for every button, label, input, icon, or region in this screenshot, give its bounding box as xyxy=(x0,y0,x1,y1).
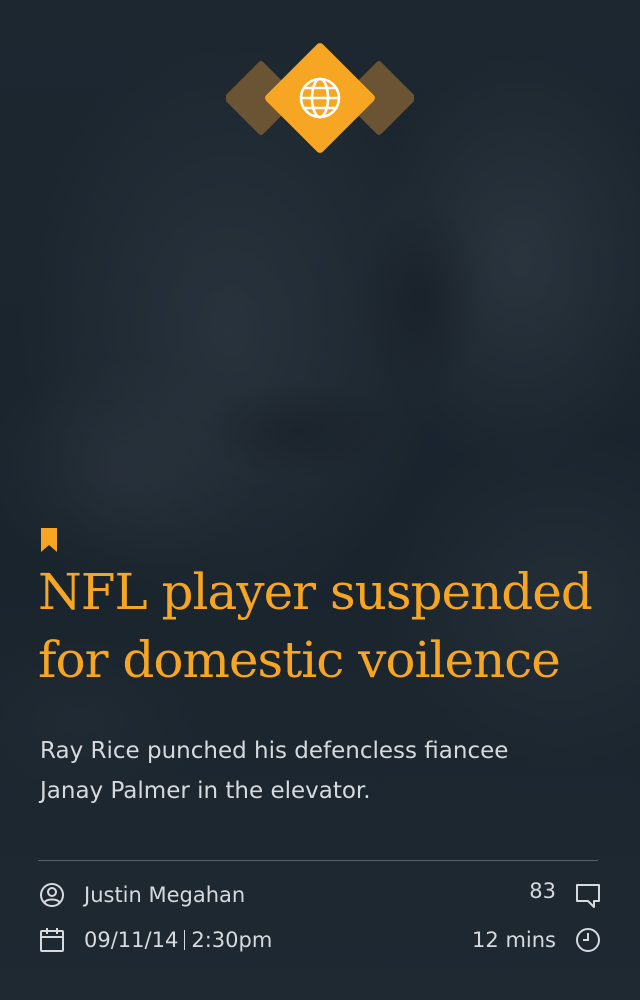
date-row: 09/11/14 2:30pm 12 mins xyxy=(38,924,602,956)
user-icon xyxy=(40,883,64,907)
read-time: 12 mins xyxy=(472,928,556,952)
article-summary: Ray Rice punched his defencless fiancee … xyxy=(40,731,580,811)
globe-icon xyxy=(226,43,414,153)
publish-time: 2:30pm xyxy=(191,928,273,952)
headline-line-2: for domestic voilence xyxy=(38,631,561,689)
clock-icon xyxy=(576,928,600,952)
publish-datetime: 09/11/14 2:30pm xyxy=(84,924,272,956)
divider xyxy=(38,860,598,861)
summary-line-1: Ray Rice punched his defencless fiancee xyxy=(40,738,509,764)
separator xyxy=(184,930,186,950)
article-card[interactable]: NFL player suspended for domestic voilen… xyxy=(0,0,640,1000)
author-name[interactable]: Justin Megahan xyxy=(84,879,245,911)
comment-count[interactable]: 83 xyxy=(529,875,556,907)
headline[interactable]: NFL player suspended for domestic voilen… xyxy=(38,558,618,694)
author-row: Justin Megahan 83 xyxy=(38,879,602,911)
calendar-icon xyxy=(40,928,64,952)
comment-icon[interactable] xyxy=(574,881,602,909)
bookmark-icon[interactable] xyxy=(40,528,58,552)
summary-line-2: Janay Palmer in the elevator. xyxy=(40,778,371,804)
publish-date: 09/11/14 xyxy=(84,928,179,952)
headline-line-1: NFL player suspended xyxy=(38,563,593,621)
